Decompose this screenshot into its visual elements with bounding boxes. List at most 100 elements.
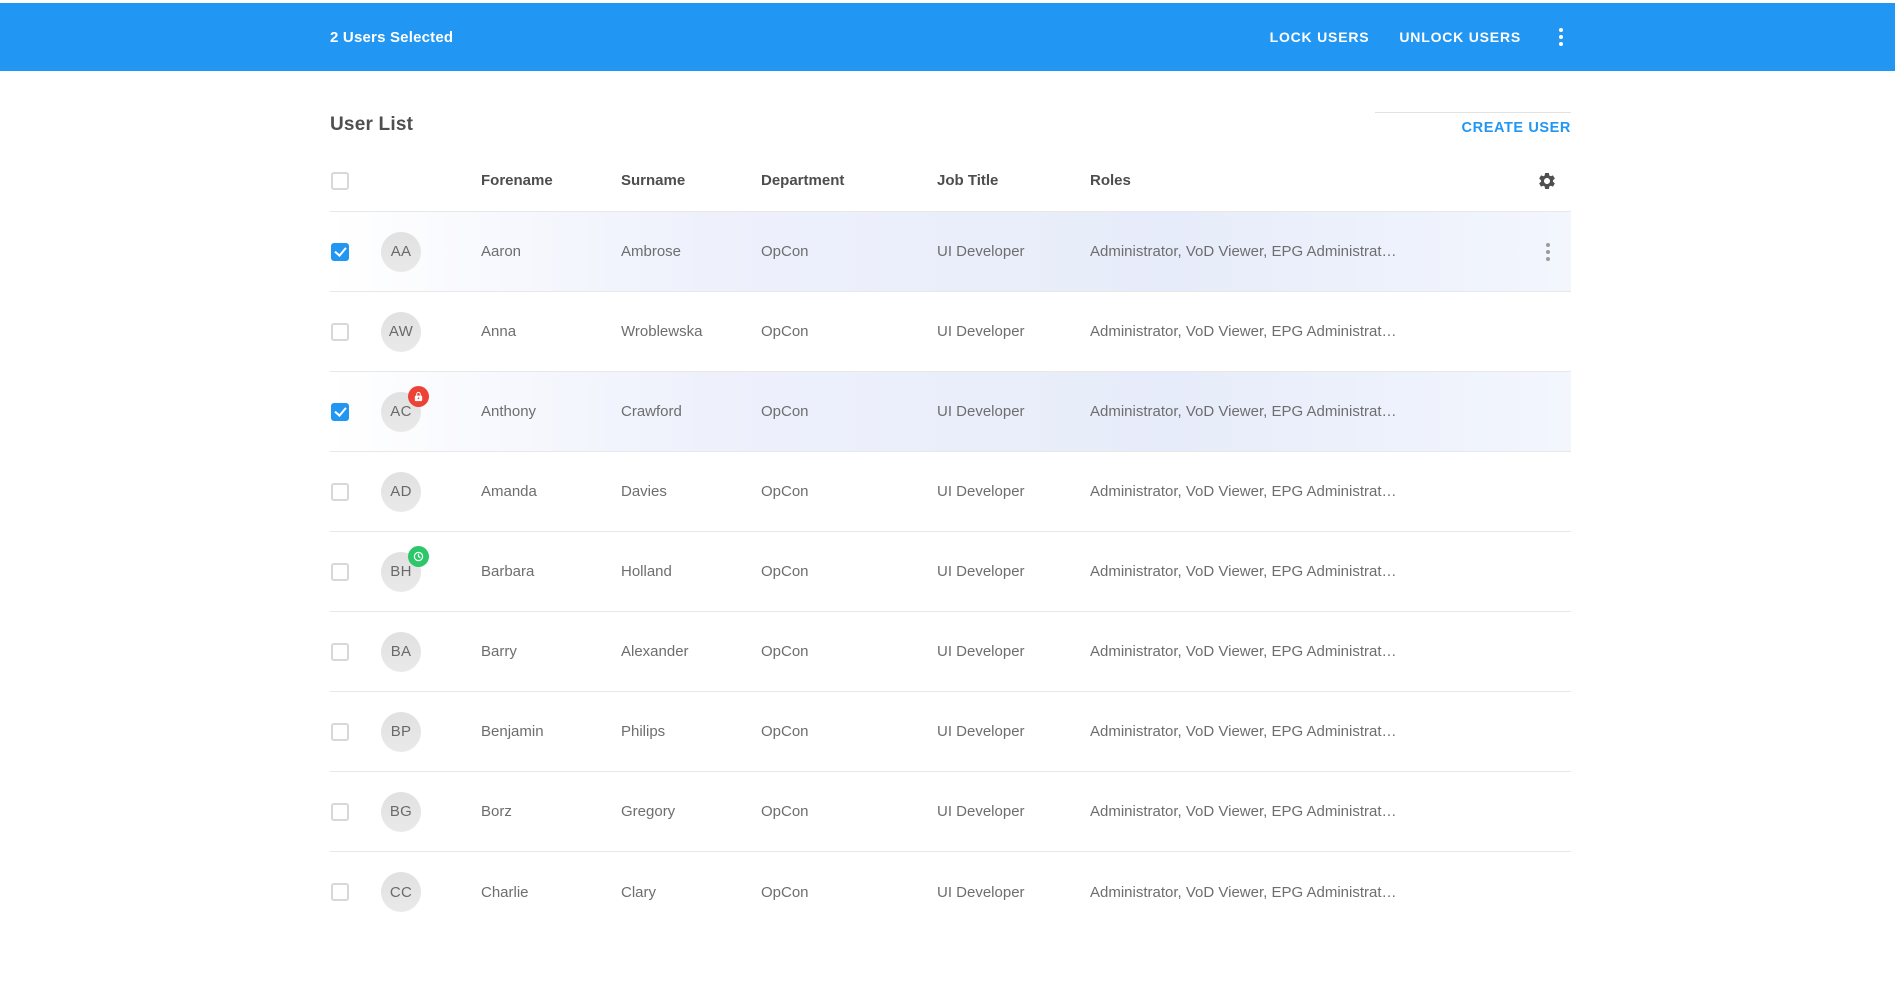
kebab-dot: [1546, 257, 1550, 261]
kebab-dot: [1546, 250, 1550, 254]
table-row[interactable]: AD Amanda Davies OpCon: [330, 452, 1571, 532]
roles-cell: Administrator, VoD Viewer, EPG Administr…: [1090, 643, 1523, 660]
avatar: AD: [381, 472, 421, 512]
avatar: BA: [381, 632, 421, 672]
avatar-initials: AW: [389, 323, 413, 340]
table-row[interactable]: BH Barbara Holland OpCon: [330, 532, 1571, 612]
page-head: User List CREATE USER: [330, 87, 1571, 136]
forename-cell: Barbara: [481, 563, 621, 580]
page-title: User List: [330, 114, 413, 136]
forename-cell: Anthony: [481, 403, 621, 420]
avatar-initials: AA: [391, 243, 412, 260]
forename-cell: Amanda: [481, 483, 621, 500]
department-cell: OpCon: [761, 884, 937, 901]
column-header-surname: Surname: [621, 172, 761, 189]
avatar-initials: BP: [391, 723, 412, 740]
app-bar-inner: 2 Users Selected LOCK USERS UNLOCK USERS: [330, 23, 1571, 51]
department-cell: OpCon: [761, 323, 937, 340]
filter-input[interactable]: [1375, 87, 1571, 113]
table-row[interactable]: CC Charlie Clary OpCon: [330, 852, 1571, 932]
surname-cell: Ambrose: [621, 243, 761, 260]
user-table-body: AA Aaron Ambrose OpCon: [330, 212, 1571, 932]
avatar: AA: [381, 232, 421, 272]
table-row[interactable]: AW Anna Wroblewska OpCon: [330, 292, 1571, 372]
lock-users-button[interactable]: LOCK USERS: [1268, 23, 1372, 51]
avatar: BH: [381, 552, 421, 592]
job-title-cell: UI Developer: [937, 803, 1090, 820]
clock-icon: [413, 551, 424, 562]
surname-cell: Philips: [621, 723, 761, 740]
surname-cell: Holland: [621, 563, 761, 580]
surname-cell: Wroblewska: [621, 323, 761, 340]
table-row[interactable]: BG Borz Gregory OpCon: [330, 772, 1571, 852]
avatar-initials: BG: [390, 803, 412, 820]
kebab-dot: [1559, 35, 1563, 39]
overflow-menu-icon[interactable]: [1551, 24, 1571, 50]
surname-cell: Davies: [621, 483, 761, 500]
select-all-checkbox[interactable]: [331, 172, 349, 190]
department-cell: OpCon: [761, 483, 937, 500]
roles-cell: Administrator, VoD Viewer, EPG Administr…: [1090, 483, 1523, 500]
surname-cell: Clary: [621, 884, 761, 901]
avatar: BG: [381, 792, 421, 832]
column-header-forename: Forename: [481, 172, 621, 189]
forename-cell: Aaron: [481, 243, 621, 260]
department-cell: OpCon: [761, 803, 937, 820]
table-row[interactable]: AA Aaron Ambrose OpCon: [330, 212, 1571, 292]
row-checkbox[interactable]: [331, 563, 349, 581]
job-title-cell: UI Developer: [937, 884, 1090, 901]
row-checkbox[interactable]: [331, 323, 349, 341]
roles-cell: Administrator, VoD Viewer, EPG Administr…: [1090, 884, 1523, 901]
job-title-cell: UI Developer: [937, 243, 1090, 260]
column-header-department: Department: [761, 172, 937, 189]
job-title-cell: UI Developer: [937, 323, 1090, 340]
kebab-dot: [1546, 243, 1550, 247]
avatar: CC: [381, 872, 421, 912]
job-title-cell: UI Developer: [937, 563, 1090, 580]
row-menu-icon[interactable]: [1538, 239, 1558, 265]
row-checkbox[interactable]: [331, 883, 349, 901]
roles-cell: Administrator, VoD Viewer, EPG Administr…: [1090, 243, 1523, 260]
job-title-cell: UI Developer: [937, 403, 1090, 420]
job-title-cell: UI Developer: [937, 643, 1090, 660]
department-cell: OpCon: [761, 643, 937, 660]
row-checkbox[interactable]: [331, 643, 349, 661]
gear-icon: [1537, 171, 1557, 191]
forename-cell: Anna: [481, 323, 621, 340]
surname-cell: Gregory: [621, 803, 761, 820]
locked-badge: [408, 386, 429, 407]
app-bar-actions: LOCK USERS UNLOCK USERS: [1268, 23, 1571, 51]
job-title-cell: UI Developer: [937, 483, 1090, 500]
avatar-initials: BA: [391, 643, 412, 660]
avatar-initials: CC: [390, 884, 412, 901]
table-settings-button[interactable]: [1533, 167, 1561, 195]
roles-cell: Administrator, VoD Viewer, EPG Administr…: [1090, 723, 1523, 740]
row-checkbox[interactable]: [331, 403, 349, 421]
create-user-link[interactable]: CREATE USER: [1462, 120, 1571, 136]
department-cell: OpCon: [761, 403, 937, 420]
user-list-page: User List CREATE USER Forename Surname D…: [330, 87, 1571, 932]
pending-badge: [408, 546, 429, 567]
row-checkbox[interactable]: [331, 243, 349, 261]
forename-cell: Barry: [481, 643, 621, 660]
selection-count-text: 2 Users Selected: [330, 29, 453, 46]
roles-cell: Administrator, VoD Viewer, EPG Administr…: [1090, 403, 1523, 420]
row-checkbox[interactable]: [331, 723, 349, 741]
department-cell: OpCon: [761, 563, 937, 580]
forename-cell: Benjamin: [481, 723, 621, 740]
table-row[interactable]: AC Anthony Crawford OpCon: [330, 372, 1571, 452]
avatar: AC: [381, 392, 421, 432]
roles-cell: Administrator, VoD Viewer, EPG Administr…: [1090, 803, 1523, 820]
table-row[interactable]: BA Barry Alexander OpCon: [330, 612, 1571, 692]
app-bar: 2 Users Selected LOCK USERS UNLOCK USERS: [0, 3, 1895, 71]
column-header-roles: Roles: [1090, 172, 1523, 189]
avatar: AW: [381, 312, 421, 352]
row-checkbox[interactable]: [331, 483, 349, 501]
lock-icon: [413, 391, 424, 402]
job-title-cell: UI Developer: [937, 723, 1090, 740]
roles-cell: Administrator, VoD Viewer, EPG Administr…: [1090, 323, 1523, 340]
avatar-initials: BH: [390, 563, 411, 580]
table-row[interactable]: BP Benjamin Philips OpCon: [330, 692, 1571, 772]
unlock-users-button[interactable]: UNLOCK USERS: [1397, 23, 1523, 51]
row-checkbox[interactable]: [331, 803, 349, 821]
